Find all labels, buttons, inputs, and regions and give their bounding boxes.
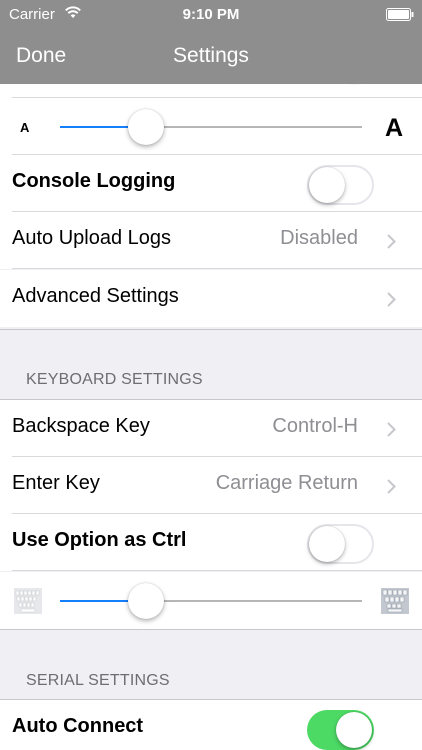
settings-list[interactable]: A A Console Logging Auto Upload Logs Dis… <box>0 84 422 750</box>
battery-icon <box>386 8 414 25</box>
use-option-as-ctrl-label: Use Option as Ctrl <box>12 529 187 551</box>
backspace-key-label: Backspace Key <box>12 415 150 437</box>
serial-section-header: SERIAL SETTINGS <box>26 672 170 689</box>
small-keyboard-icon <box>14 588 42 619</box>
advanced-settings-row[interactable]: Advanced Settings <box>0 270 422 327</box>
slider-fill <box>60 126 136 128</box>
auto-upload-logs-value: Disabled <box>280 227 358 249</box>
row-separator <box>12 570 422 571</box>
slider-thumb[interactable] <box>128 583 164 619</box>
auto-upload-logs-row[interactable]: Auto Upload Logs Disabled <box>0 212 422 269</box>
chevron-right-icon <box>387 292 396 312</box>
keyboard-section-header: KEYBOARD SETTINGS <box>26 371 203 388</box>
toggle-knob <box>336 712 372 748</box>
group-divider <box>0 629 422 630</box>
console-logging-label: Console Logging <box>12 170 176 192</box>
chevron-right-icon <box>387 479 396 499</box>
auto-connect-row: Auto Connect <box>0 700 422 750</box>
auto-upload-logs-label: Auto Upload Logs <box>12 227 172 249</box>
large-font-icon: A <box>384 114 403 142</box>
large-keyboard-icon <box>381 588 409 619</box>
small-font-icon: A <box>20 120 30 135</box>
font-size-slider[interactable] <box>60 109 362 145</box>
slider-fill <box>60 600 136 602</box>
auto-connect-toggle[interactable] <box>307 710 374 750</box>
page-title: Settings <box>173 44 249 67</box>
console-logging-toggle[interactable] <box>307 165 374 205</box>
group-divider <box>0 329 422 330</box>
backspace-key-row[interactable]: Backspace Key Control-H <box>0 400 422 457</box>
chevron-right-icon <box>387 234 396 254</box>
navigation-bar: Done Settings <box>0 30 422 84</box>
console-logging-row: Console Logging <box>0 155 422 212</box>
advanced-settings-label: Advanced Settings <box>12 285 179 307</box>
status-bar: Carrier 9:10 PM <box>0 0 422 30</box>
use-option-as-ctrl-row: Use Option as Ctrl <box>0 514 422 571</box>
use-option-as-ctrl-toggle[interactable] <box>307 524 374 564</box>
enter-key-value: Carriage Return <box>215 472 358 494</box>
backspace-key-value: Control-H <box>272 415 358 437</box>
enter-key-row[interactable]: Enter Key Carriage Return <box>0 457 422 514</box>
enter-key-label: Enter Key <box>12 472 100 494</box>
hidden-toggle-row <box>0 84 422 98</box>
chevron-right-icon <box>387 422 396 442</box>
auto-connect-label: Auto Connect <box>12 715 144 737</box>
clock: 9:10 PM <box>182 6 240 23</box>
keyboard-slider-row <box>0 572 422 629</box>
toggle-knob <box>309 167 345 203</box>
font-size-slider-row: A A <box>0 98 422 155</box>
keyboard-size-slider[interactable] <box>60 583 362 619</box>
row-separator <box>12 268 422 269</box>
toggle-knob <box>309 526 345 562</box>
slider-thumb[interactable] <box>128 109 164 145</box>
